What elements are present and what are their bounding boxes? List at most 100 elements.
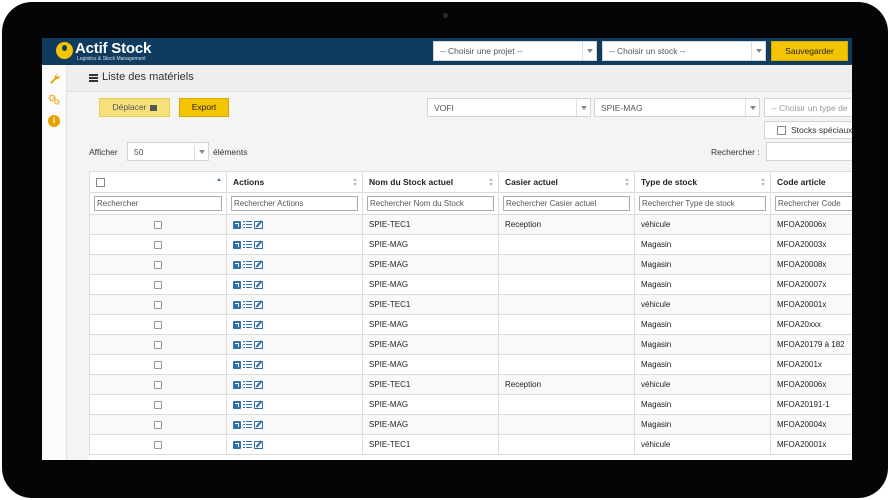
filter-input-casier[interactable]: Rechercher Casier actuel [503,196,630,211]
filter-cell: Rechercher Actions [226,192,363,215]
casier-cell: Reception [498,214,635,235]
column-header-actions[interactable]: Actions [226,171,363,193]
move-icon[interactable] [233,400,241,409]
edit-icon[interactable] [254,400,263,409]
row-checkbox[interactable] [154,260,162,269]
move-icon[interactable] [233,440,241,449]
table-row[interactable]: SPIE-MAG Magasin MFOA20008x [89,254,852,275]
row-checkbox[interactable] [154,340,162,349]
project-select[interactable]: -- Choisir une projet -- [433,41,597,61]
move-icon[interactable] [233,220,241,229]
row-checkbox[interactable] [154,360,162,369]
row-checkbox[interactable] [154,320,162,329]
row-checkbox[interactable] [154,300,162,309]
save-button[interactable]: Sauvegarder [771,41,848,61]
filter-input-stock[interactable]: Rechercher Nom du Stock [367,196,494,211]
column-header-stock[interactable]: Nom du Stock actuel [362,171,499,193]
stock-cell: SPIE-MAG [362,334,499,355]
row-actions-cell [226,254,363,275]
table-row[interactable]: SPIE-TEC1 véhicule MFOA20001x [89,294,852,315]
list-icon[interactable] [243,440,252,449]
list-icon[interactable] [243,380,252,389]
project-filter-select[interactable]: VOFI [427,98,591,117]
filter-cell: Rechercher [89,192,227,215]
list-icon[interactable] [243,360,252,369]
filter-input-actions[interactable]: Rechercher Actions [231,196,358,211]
list-icon[interactable] [243,420,252,429]
list-icon[interactable] [243,400,252,409]
move-icon[interactable] [233,280,241,289]
row-checkbox[interactable] [154,380,162,389]
row-checkbox[interactable] [154,420,162,429]
stock-select[interactable]: -- Choisir un stock -- [602,41,766,61]
move-icon[interactable] [233,380,241,389]
move-icon[interactable] [233,340,241,349]
move-icon[interactable] [233,240,241,249]
table-row[interactable]: SPIE-TEC1 véhicule MFOA20001x [89,434,852,455]
wrench-icon[interactable] [48,73,60,85]
filter-input-select[interactable]: Rechercher [94,196,222,211]
stock-filter-select[interactable]: SPIE-MAG [594,98,760,117]
info-icon[interactable]: i [48,115,60,127]
export-button[interactable]: Export [179,98,229,117]
list-icon[interactable] [243,300,252,309]
list-icon[interactable] [243,240,252,249]
list-icon[interactable] [243,340,252,349]
type-filter-select[interactable]: -- Choisir un type de [764,98,852,117]
column-header-select[interactable] [89,171,227,193]
row-checkbox[interactable] [154,220,162,229]
edit-icon[interactable] [254,420,263,429]
filter-input-code[interactable]: Rechercher Code [775,196,852,211]
list-icon[interactable] [243,260,252,269]
table-row[interactable]: SPIE-MAG Magasin MFOA20007x [89,274,852,295]
edit-icon[interactable] [254,440,263,449]
table-row[interactable]: SPIE-MAG Magasin MFOA20xxx [89,314,852,335]
app-logo[interactable]: Actif Stock Logistics & Stock Management [56,40,196,62]
table-row[interactable]: SPIE-TEC1 Reception véhicule MFOA20006x [89,214,852,235]
table-row[interactable]: SPIE-MAG Magasin MFOA20004x [89,414,852,435]
move-button[interactable]: Déplacer [99,98,170,117]
select-all-checkbox[interactable] [96,178,105,188]
edit-icon[interactable] [254,320,263,329]
checkbox-icon[interactable] [777,126,786,135]
table-row[interactable]: SPIE-MAG Magasin MFOA2001x [89,354,852,375]
list-icon[interactable] [243,320,252,329]
move-icon[interactable] [233,320,241,329]
edit-icon[interactable] [254,260,263,269]
edit-icon[interactable] [254,360,263,369]
list-icon[interactable] [243,280,252,289]
move-icon[interactable] [233,420,241,429]
code-cell: MFOA20003x [770,234,852,255]
table-row[interactable]: SPIE-MAG Magasin MFOA20191-1 [89,394,852,415]
special-stock-checkbox[interactable]: Stocks spéciaux [764,121,852,139]
move-icon[interactable] [233,360,241,369]
table-row[interactable]: SPIE-MAG Magasin MFOA20179 à 182 [89,334,852,355]
column-header-casier[interactable]: Casier actuel [498,171,635,193]
row-checkbox[interactable] [154,400,162,409]
edit-icon[interactable] [254,340,263,349]
edit-icon[interactable] [254,240,263,249]
column-header-label: Nom du Stock actuel [369,177,454,187]
move-icon[interactable] [233,260,241,269]
table-row[interactable]: SPIE-TEC1 Reception véhicule MFOA20006x [89,374,852,395]
cogs-icon[interactable] [48,94,60,106]
edit-icon[interactable] [254,280,263,289]
row-checkbox[interactable] [154,280,162,289]
column-header-code[interactable]: Code article [770,171,852,193]
list-icon[interactable] [243,220,252,229]
move-icon[interactable] [233,300,241,309]
edit-icon[interactable] [254,220,263,229]
row-checkbox[interactable] [154,440,162,449]
row-select-cell [89,394,227,415]
edit-icon[interactable] [254,380,263,389]
page-length-select[interactable]: 50 [127,142,209,161]
row-select-cell [89,334,227,355]
row-checkbox[interactable] [154,240,162,249]
edit-icon[interactable] [254,300,263,309]
search-label: Rechercher : [711,147,760,157]
filter-cell: Rechercher Nom du Stock [362,192,499,215]
column-header-type[interactable]: Type de stock [634,171,771,193]
filter-input-type[interactable]: Rechercher Type de stock [639,196,766,211]
table-row[interactable]: SPIE-MAG Magasin MFOA20003x [89,234,852,255]
search-input[interactable] [766,142,852,161]
